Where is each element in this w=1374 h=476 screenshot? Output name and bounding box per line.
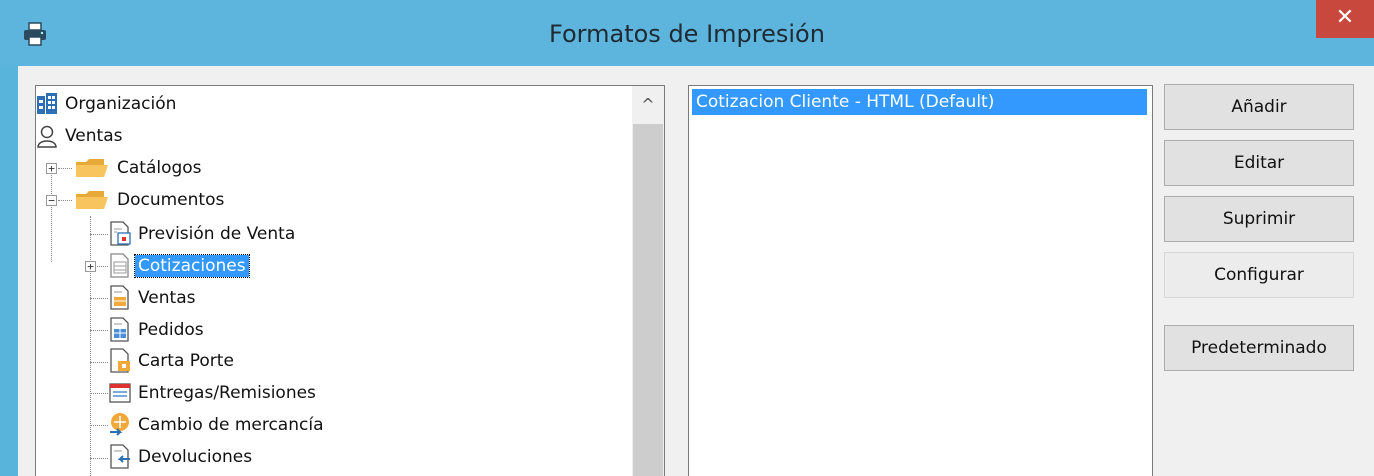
- tree-item-label: Carta Porte: [138, 351, 234, 371]
- tree-item-label: Ventas: [65, 126, 123, 146]
- return-icon: [110, 444, 130, 469]
- tree-connector: [90, 393, 108, 394]
- tree-item-ventas[interactable]: Ventas: [36, 121, 125, 151]
- window-title: Formatos de Impresión: [549, 20, 825, 48]
- tree-item-cambio-de-mercancia[interactable]: Cambio de mercancía: [108, 410, 326, 440]
- tree-item-label: Previsión de Venta: [138, 224, 296, 244]
- tree-item-label: Devoluciones: [138, 447, 253, 467]
- tree-connector: [58, 168, 72, 169]
- collapse-icon[interactable]: −: [46, 195, 57, 206]
- format-list-item[interactable]: Cotizacion Cliente - HTML (Default): [692, 89, 1147, 115]
- tree-connector: [90, 330, 108, 331]
- tree-item-carta-porte[interactable]: Carta Porte: [108, 346, 237, 376]
- add-button[interactable]: Añadir: [1164, 84, 1354, 130]
- tree-item-cotizaciones[interactable]: Cotizaciones: [108, 251, 250, 281]
- tree-item-label: Organización: [65, 94, 177, 114]
- configure-button[interactable]: Configurar: [1164, 252, 1354, 298]
- tree-connector: [90, 234, 108, 235]
- scroll-thumb[interactable]: [633, 124, 663, 476]
- delete-button[interactable]: Suprimir: [1164, 196, 1354, 242]
- set-default-button[interactable]: Predeterminado: [1164, 325, 1354, 371]
- document-orange-icon: [110, 285, 129, 310]
- delivery-icon: [109, 383, 131, 403]
- document-list-icon: [110, 253, 129, 278]
- tree-item-label: Ventas: [138, 288, 196, 308]
- tree-connector: [51, 166, 52, 262]
- folder-icon: [76, 191, 108, 209]
- tree-item-label: Documentos: [117, 190, 225, 210]
- tree-connector: [58, 200, 72, 201]
- folder-icon: [76, 159, 108, 177]
- document-blue-icon: [110, 317, 129, 342]
- tree-connector: [90, 425, 108, 426]
- building-icon: [37, 93, 57, 114]
- expand-icon[interactable]: +: [46, 163, 57, 174]
- scroll-up-arrow-icon[interactable]: ^: [632, 86, 664, 124]
- tree-connector: [97, 266, 108, 267]
- close-button[interactable]: ✕: [1316, 0, 1374, 38]
- tree-scrollbar[interactable]: ^: [632, 86, 664, 476]
- tree-item-label: Pedidos: [138, 320, 204, 340]
- tree-item-label: Entregas/Remisiones: [138, 383, 316, 403]
- tree-item-pedidos[interactable]: Pedidos: [108, 315, 207, 345]
- title-bar: Formatos de Impresión ✕: [0, 0, 1374, 66]
- exchange-icon: [110, 413, 129, 436]
- tree-item-label: Catálogos: [117, 158, 202, 178]
- tree-connector: [90, 362, 108, 363]
- tree-item-label: Cambio de mercancía: [138, 415, 324, 435]
- tree-item-label: Cotizaciones: [134, 254, 250, 278]
- tree-connector: [90, 298, 108, 299]
- tree-item-entregas-remisiones[interactable]: Entregas/Remisiones: [108, 378, 319, 408]
- edit-button[interactable]: Editar: [1164, 140, 1354, 186]
- format-list[interactable]: Cotizacion Cliente - HTML (Default): [688, 85, 1153, 476]
- document-truck-icon: [110, 348, 130, 373]
- tree-connector: [90, 458, 108, 459]
- tree-connector: [90, 216, 91, 476]
- expand-icon[interactable]: +: [85, 261, 96, 272]
- category-tree[interactable]: Organización Ventas + Catálogos − Docume…: [35, 85, 665, 476]
- tree-item-devoluciones[interactable]: Devoluciones: [108, 442, 255, 472]
- user-icon: [37, 125, 57, 148]
- tree-item-documentos[interactable]: Documentos: [74, 185, 227, 215]
- tree-item-organizacion[interactable]: Organización: [36, 89, 179, 119]
- document-calendar-icon: [110, 221, 131, 246]
- tree-item-ventas-documento[interactable]: Ventas: [108, 283, 198, 313]
- tree-item-prevision-de-venta[interactable]: Previsión de Venta: [108, 219, 298, 249]
- tree-item-catalogos[interactable]: Catálogos: [74, 153, 205, 183]
